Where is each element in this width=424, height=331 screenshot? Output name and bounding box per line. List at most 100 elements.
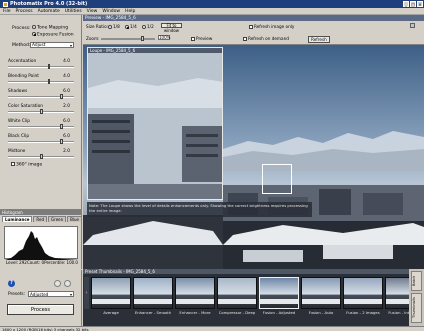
slider-label: Color Saturation — [8, 104, 43, 109]
preview-checkbox[interactable]: Preview — [191, 36, 212, 41]
checkbox-icon — [249, 25, 253, 29]
status-bar: 1600 x 1200 (RGB/16 bits) 3 channels 32 … — [0, 326, 424, 331]
process-label: Process: — [12, 26, 31, 31]
slider-thumb[interactable] — [40, 109, 43, 114]
preview-image[interactable]: Loupe - IMG_2584_5_6 Note: The Loupe sho… — [83, 45, 424, 269]
preset-thumbnail-label: Average — [103, 310, 119, 315]
loupe-image — [88, 48, 222, 199]
histogram-percentile: Percentile: 100.0 — [44, 260, 78, 265]
size-ratio-1-2[interactable]: 1/2 — [142, 24, 154, 29]
preset-thumbnail-label: Fusion - Adjusted — [262, 310, 296, 315]
app-logo-icon — [3, 1, 8, 7]
preset-thumbnails-panel: Preset Thumbnails - IMG_2584_5_6 ‹ Avera… — [83, 269, 424, 326]
scroll-left-arrow-icon[interactable]: ‹ — [84, 277, 89, 309]
slider-label: Blending Point — [8, 74, 39, 79]
tab-blue[interactable]: Blue — [67, 216, 83, 222]
slider-track[interactable] — [8, 64, 74, 69]
size-ratio-1-4[interactable]: 1/4 — [125, 24, 137, 29]
refresh-on-demand-checkbox[interactable]: Refresh on demand — [243, 36, 289, 41]
presets-panel: ? Presets: Adjusted Process — [0, 270, 82, 331]
preset-thumbnail[interactable] — [217, 277, 257, 309]
thumbnail-snow — [92, 299, 130, 304]
tab-red[interactable]: Red — [33, 216, 48, 222]
slider-value: 4.0 — [63, 59, 70, 64]
tab-green[interactable]: Green — [48, 216, 67, 222]
preview-toolbar: Size Ratio: 1/8 1/4 1/2 Fit to window Zo… — [83, 21, 424, 45]
menu-utilities[interactable]: Utilities — [65, 9, 82, 14]
preset-thumbnail[interactable] — [175, 277, 215, 309]
menu-process[interactable]: Process — [16, 9, 33, 14]
method-label: Method: — [12, 43, 31, 48]
menu-help[interactable]: Help — [125, 9, 135, 14]
thumbnail-snow — [218, 299, 256, 304]
menu-window[interactable]: Window — [102, 9, 120, 14]
help-icon[interactable]: ? — [8, 280, 15, 287]
slider-track[interactable] — [8, 94, 74, 99]
method-select[interactable]: Adjust — [30, 42, 74, 48]
slider-value: 6.0 — [63, 119, 70, 124]
refresh-image-only-checkbox[interactable]: Refresh image only — [249, 24, 294, 29]
tab-batch[interactable]: Batch — [411, 271, 422, 291]
slider-label: Midtone — [8, 149, 26, 154]
slider-thumb[interactable] — [60, 124, 63, 129]
menu-automate[interactable]: Automate — [38, 9, 60, 14]
preset-thumbnail[interactable] — [343, 277, 383, 309]
app-title: Photomatix Pro 4.0 (32-bit) — [10, 1, 88, 7]
tab-thumbnails[interactable]: Thumbnails — [411, 293, 422, 323]
slider-thumb[interactable] — [60, 94, 63, 99]
refresh-button[interactable]: Refresh — [308, 36, 330, 43]
menu-file[interactable]: File — [3, 9, 11, 14]
minimize-button[interactable]: _ — [403, 1, 409, 7]
histogram-count: Count: 0 — [26, 260, 45, 265]
slider-thumb[interactable] — [60, 139, 63, 144]
360-image-checkbox[interactable]: 360° image — [11, 162, 42, 168]
close-button[interactable]: × — [417, 1, 423, 7]
zoom-value[interactable]: 100% — [158, 35, 170, 40]
preview-menu-icon[interactable] — [410, 23, 415, 28]
maximize-button[interactable]: □ — [410, 1, 416, 7]
preset-thumbnail[interactable] — [91, 277, 131, 309]
slider-label: Black Clip — [8, 134, 30, 139]
radio-selected-icon — [125, 25, 129, 29]
tab-luminance[interactable]: Luminance — [2, 216, 33, 222]
slider-track[interactable] — [8, 139, 74, 144]
zoom-slider[interactable] — [101, 36, 155, 41]
preset-thumbnail[interactable] — [259, 277, 299, 309]
menu-view[interactable]: View — [87, 9, 98, 14]
process-button[interactable]: Process — [7, 304, 74, 315]
radio-icon — [142, 25, 146, 29]
presets-label: Presets: — [8, 292, 26, 297]
loupe-selection-rect[interactable] — [262, 164, 292, 194]
fit-to-window-button[interactable]: Fit to window — [161, 23, 182, 32]
tone-mapping-radio[interactable]: Tone Mapping — [32, 25, 68, 31]
radio-icon — [108, 25, 112, 29]
radio-selected-icon — [32, 32, 36, 36]
slider-track[interactable] — [8, 109, 74, 114]
histogram-tabs: Luminance Red Green Blue — [0, 215, 83, 222]
loupe-title: Loupe - IMG_2584_5_6 — [88, 48, 222, 53]
preset-thumbnail-label: Enhancer - More — [179, 310, 211, 315]
slider-thumb[interactable] — [47, 64, 51, 69]
menu-bar: File Process Automate Utilities View Win… — [0, 8, 424, 15]
preset-thumbnail[interactable] — [133, 277, 173, 309]
thumbnail-snow — [176, 299, 214, 304]
slider-thumb[interactable] — [40, 154, 43, 159]
window-controls: _ □ × — [403, 1, 423, 7]
checkbox-icon — [243, 37, 247, 41]
loupe-view[interactable]: Loupe - IMG_2584_5_6 — [87, 47, 223, 200]
preset-thumbnail-label: Fusion - Auto — [308, 310, 334, 315]
slider-label: Shadows — [8, 89, 28, 94]
exposure-fusion-radio[interactable]: Exposure Fusion — [32, 32, 74, 38]
size-ratio-1-8[interactable]: 1/8 — [108, 24, 120, 29]
slider-track[interactable] — [8, 124, 74, 129]
slider-track[interactable] — [8, 79, 74, 84]
save-preset-icon[interactable] — [54, 280, 61, 287]
zoom-thumb[interactable] — [141, 36, 144, 41]
reset-icon[interactable] — [64, 280, 71, 287]
preset-thumbnail[interactable] — [301, 277, 341, 309]
slider-track[interactable] — [8, 154, 74, 159]
histogram-level: Level: 292 — [6, 260, 27, 265]
presets-select[interactable]: Adjusted — [28, 291, 74, 297]
slider-thumb[interactable] — [47, 79, 51, 84]
checkbox-icon — [11, 162, 15, 166]
